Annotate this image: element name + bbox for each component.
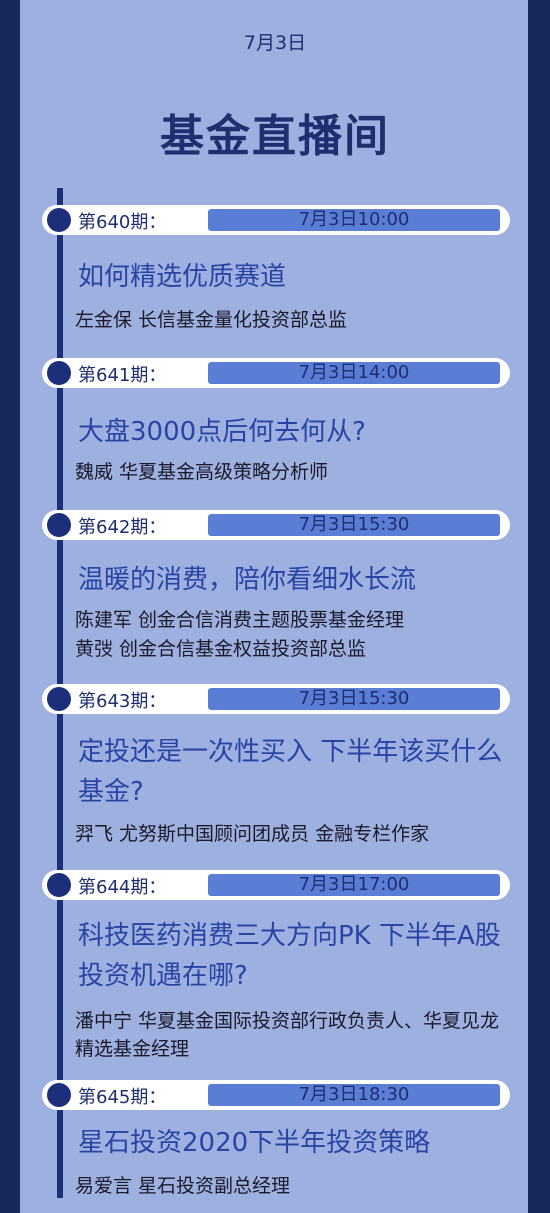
episode-time: 7月3日18:30 [208, 1084, 500, 1106]
timeline-dot-icon [47, 513, 71, 537]
episode-time: 7月3日15:30 [208, 514, 500, 536]
episode-header-644: 第644期： 7月3日17:00 [42, 870, 510, 900]
episode-speaker: 易爱言 星石投资副总经理 [75, 1175, 291, 1197]
episode-number: 第640期： [78, 212, 167, 233]
episode-speaker: 陈建军 创金合信消费主题股票基金经理 [75, 609, 405, 631]
episode-number: 第645期： [78, 1087, 167, 1108]
episode-topic: 如何精选优质赛道 [78, 262, 287, 292]
episode-time: 7月3日14:00 [208, 362, 500, 384]
episode-header-640: 第640期： 7月3日10:00 [42, 205, 510, 235]
episode-speaker: 羿飞 尤努斯中国顾问团成员 金融专栏作家 [75, 823, 430, 845]
episode-speaker: 左金保 长信基金量化投资部总监 [75, 309, 348, 331]
timeline-dot-icon [47, 361, 71, 385]
episode-topic: 定投还是一次性买入 下半年该买什么基金? [78, 737, 503, 807]
episode-number: 第643期： [78, 691, 167, 712]
episode-time: 7月3日10:00 [208, 209, 500, 231]
episode-header-645: 第645期： 7月3日18:30 [42, 1080, 510, 1110]
episode-header-641: 第641期： 7月3日14:00 [42, 358, 510, 388]
episode-speaker: 潘中宁 华夏基金国际投资部行政负责人、华夏见龙精选基金经理 [75, 1010, 500, 1060]
timeline-dot-icon [47, 687, 71, 711]
episode-topic: 科技医药消费三大方向PK 下半年A股投资机遇在哪? [78, 921, 501, 991]
episode-speaker: 黄弢 创金合信基金权益投资部总监 [75, 638, 367, 660]
episode-speaker: 魏威 华夏基金高级策略分析师 [75, 461, 329, 483]
episode-number: 第641期： [78, 365, 167, 386]
timeline-dot-icon [47, 1083, 71, 1107]
episode-time: 7月3日17:00 [208, 874, 500, 896]
header-date: 7月3日 [243, 32, 307, 54]
episode-number: 第644期： [78, 877, 167, 898]
episode-header-643: 第643期： 7月3日15:30 [42, 684, 510, 714]
page-title: 基金直播间 [160, 111, 390, 162]
episode-number: 第642期： [78, 517, 167, 538]
episode-topic: 温暖的消费，陪你看细水长流 [78, 565, 417, 595]
episode-topic: 大盘3000点后何去何从? [78, 417, 366, 447]
timeline-dot-icon [47, 873, 71, 897]
timeline-dot-icon [47, 208, 71, 232]
episode-header-642: 第642期： 7月3日15:30 [42, 510, 510, 540]
episode-topic: 星石投资2020下半年投资策略 [78, 1128, 431, 1158]
episode-time: 7月3日15:30 [208, 688, 500, 710]
